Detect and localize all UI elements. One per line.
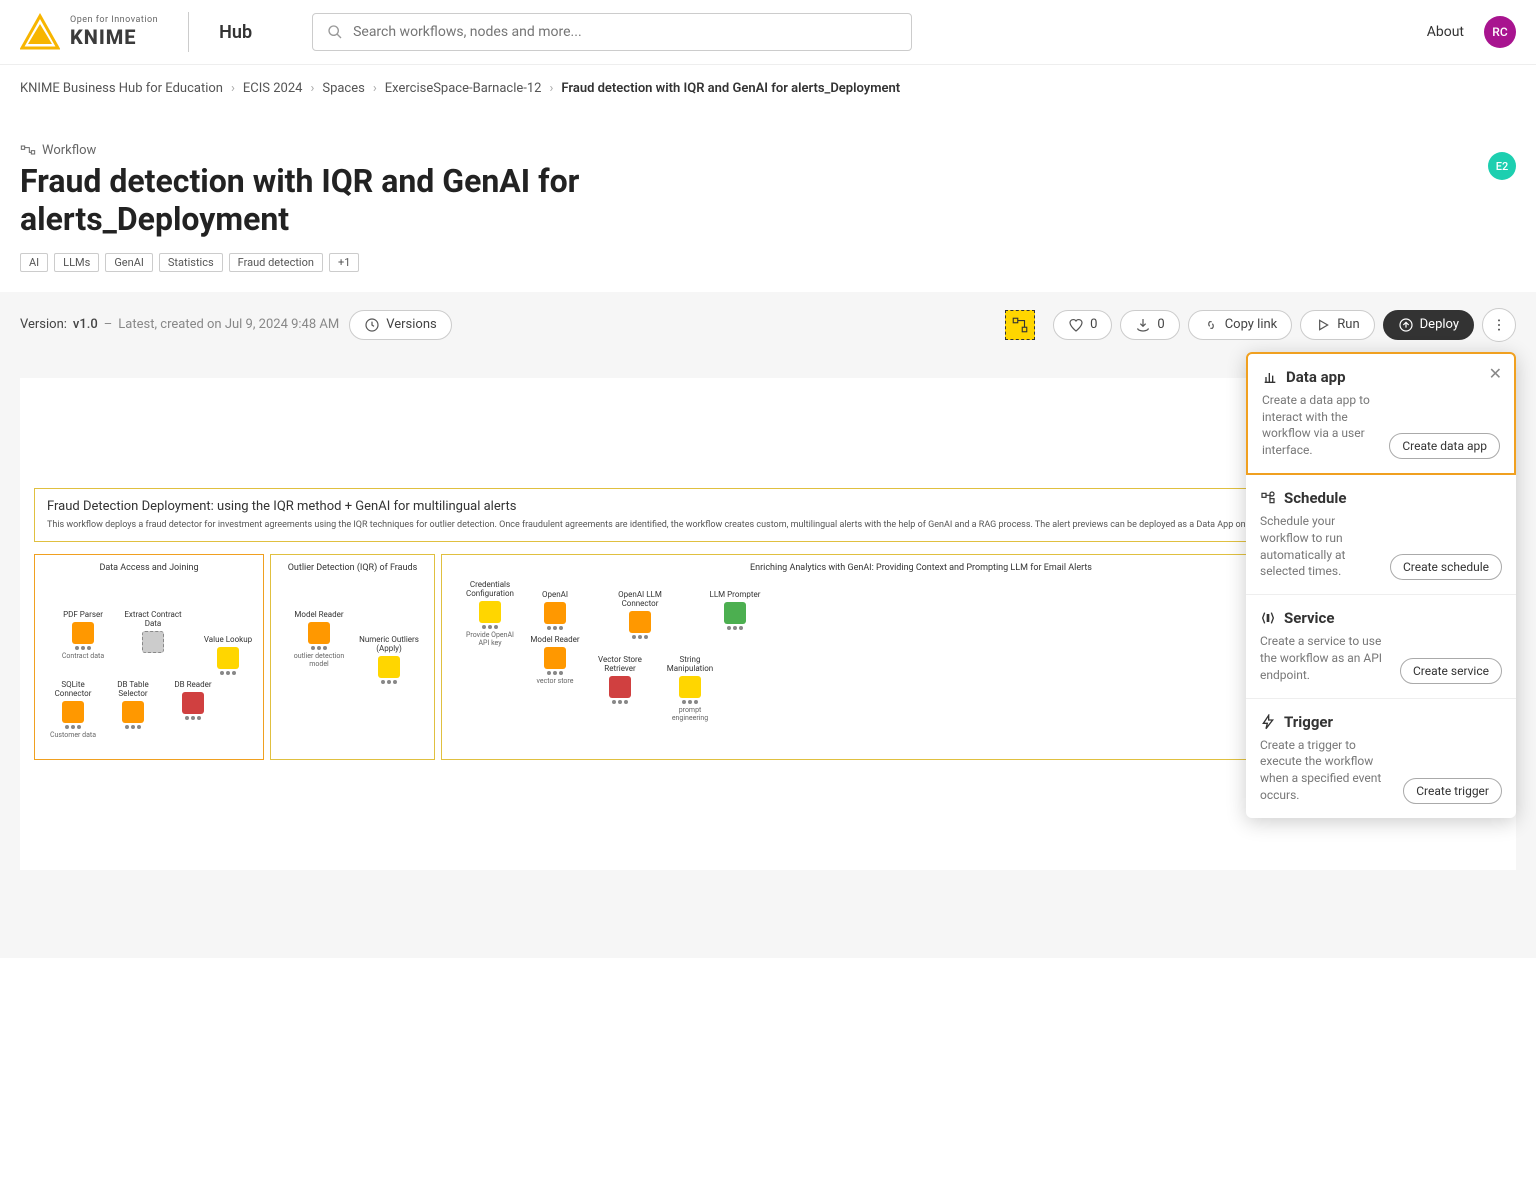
like-button[interactable]: 0 [1053, 310, 1112, 340]
search-box[interactable] [312, 13, 912, 51]
service-icon [1260, 610, 1276, 626]
tag[interactable]: AI [20, 253, 48, 272]
deploy-card-service: Service Create a service to use the work… [1246, 595, 1516, 698]
node-label: OpenAI LLM Connector [610, 591, 670, 609]
trigger-icon [1260, 714, 1276, 730]
deploy-desc: Create a service to use the workflow as … [1260, 633, 1390, 683]
logo[interactable]: Open for Innovation KNIME [20, 12, 158, 52]
download-button[interactable]: 0 [1120, 310, 1179, 340]
node-label: Vector Store Retriever [590, 656, 650, 674]
node-label: DB Table Selector [103, 681, 163, 699]
group-outlier: Outlier Detection (IQR) of Frauds Model … [270, 554, 435, 760]
tag-more[interactable]: +1 [329, 253, 359, 272]
more-button[interactable] [1482, 308, 1516, 342]
deploy-desc: Schedule your workflow to run automatica… [1260, 513, 1380, 580]
avatar[interactable]: RC [1484, 16, 1516, 48]
tag[interactable]: GenAI [105, 253, 153, 272]
node-label: String Manipulation [660, 656, 720, 674]
deploy-title: Service [1284, 609, 1334, 627]
node-label: Model Reader [530, 636, 579, 645]
page-title: Fraud detection with IQR and GenAI for a… [20, 162, 720, 239]
kebab-icon [1491, 317, 1507, 333]
tags: AI LLMs GenAI Statistics Fraud detection… [20, 253, 1516, 272]
node-label: LLM Prompter [710, 591, 761, 600]
workflow-thumb-icon[interactable] [1005, 310, 1035, 340]
hub-label[interactable]: Hub [219, 22, 252, 43]
run-button[interactable]: Run [1300, 310, 1374, 340]
version-meta: Latest, created on Jul 9, 2024 9:48 AM [118, 317, 339, 332]
group-data-access: Data Access and Joining PDF ParserContra… [34, 554, 264, 760]
node-label: Credentials Configuration [460, 581, 520, 599]
group-title: Data Access and Joining [43, 563, 255, 573]
deploy-icon [1398, 317, 1414, 333]
deploy-popup: ✕ Data app Create a data app to interact… [1246, 352, 1516, 818]
title-section: Workflow Fraud detection with IQR and Ge… [0, 112, 1536, 292]
workflow-label: Workflow [20, 142, 1516, 158]
logo-brand: KNIME [70, 25, 158, 49]
download-icon [1135, 317, 1151, 333]
group-title: Outlier Detection (IQR) of Frauds [279, 563, 426, 573]
header-divider [188, 12, 189, 52]
owner-badge[interactable]: E2 [1488, 152, 1516, 180]
create-dataapp-button[interactable]: Create data app [1389, 433, 1500, 459]
node-label: OpenAI [542, 591, 568, 600]
deploy-card-trigger: Trigger Create a trigger to execute the … [1246, 699, 1516, 818]
node-label: Extract Contract Data [123, 611, 183, 629]
node-icon [1011, 316, 1029, 334]
logo-tagline: Open for Innovation [70, 15, 158, 25]
chart-icon [1262, 369, 1278, 385]
play-icon [1315, 317, 1331, 333]
versions-button[interactable]: Versions [349, 310, 451, 340]
about-link[interactable]: About [1427, 24, 1464, 40]
node-label: DB Reader [174, 681, 211, 690]
knime-logo-icon [20, 12, 60, 52]
breadcrumb-current: Fraud detection with IQR and GenAI for a… [561, 81, 900, 96]
deploy-desc: Create a data app to interact with the w… [1262, 392, 1379, 459]
close-icon[interactable]: ✕ [1489, 364, 1502, 383]
tag[interactable]: Statistics [159, 253, 223, 272]
action-bar: Version: v1.0 – Latest, created on Jul 9… [0, 292, 1536, 358]
breadcrumb: KNIME Business Hub for Education› ECIS 2… [0, 65, 1536, 112]
tag[interactable]: Fraud detection [229, 253, 323, 272]
copy-link-button[interactable]: Copy link [1188, 310, 1293, 340]
deploy-title: Schedule [1284, 489, 1346, 507]
heart-icon [1068, 317, 1084, 333]
history-icon [364, 317, 380, 333]
search-wrap [312, 13, 912, 51]
deploy-title: Data app [1286, 368, 1346, 386]
node-label: PDF Parser [63, 611, 103, 620]
header-right: About RC [1427, 16, 1516, 48]
deploy-desc: Create a trigger to execute the workflow… [1260, 737, 1393, 804]
breadcrumb-item[interactable]: ECIS 2024 [243, 81, 303, 96]
search-icon [327, 24, 343, 40]
action-right: 0 0 Copy link Run Deploy [1005, 308, 1516, 342]
node-label: Value Lookup [204, 636, 252, 645]
header: Open for Innovation KNIME Hub About RC [0, 0, 1536, 65]
deploy-title: Trigger [1284, 713, 1333, 731]
breadcrumb-item[interactable]: Spaces [322, 81, 365, 96]
search-input[interactable] [353, 24, 897, 40]
version-info: Version: v1.0 – Latest, created on Jul 9… [20, 317, 339, 332]
create-schedule-button[interactable]: Create schedule [1390, 554, 1502, 580]
workflow-icon [20, 142, 36, 158]
breadcrumb-item[interactable]: ExerciseSpace-Barnacle-12 [385, 81, 542, 96]
logo-text: Open for Innovation KNIME [70, 15, 158, 49]
create-service-button[interactable]: Create service [1400, 658, 1502, 684]
link-icon [1203, 317, 1219, 333]
create-trigger-button[interactable]: Create trigger [1403, 778, 1502, 804]
node-label: Model Reader [294, 611, 343, 620]
schedule-icon [1260, 490, 1276, 506]
node-label: SQLite Connector [43, 681, 103, 699]
node-label: Numeric Outliers (Apply) [359, 636, 419, 654]
deploy-card-dataapp: ✕ Data app Create a data app to interact… [1246, 352, 1516, 475]
deploy-card-schedule: Schedule Schedule your workflow to run a… [1246, 475, 1516, 595]
deploy-button[interactable]: Deploy [1383, 310, 1474, 340]
breadcrumb-item[interactable]: KNIME Business Hub for Education [20, 81, 223, 96]
version-value: v1.0 [73, 317, 98, 332]
tag[interactable]: LLMs [54, 253, 99, 272]
